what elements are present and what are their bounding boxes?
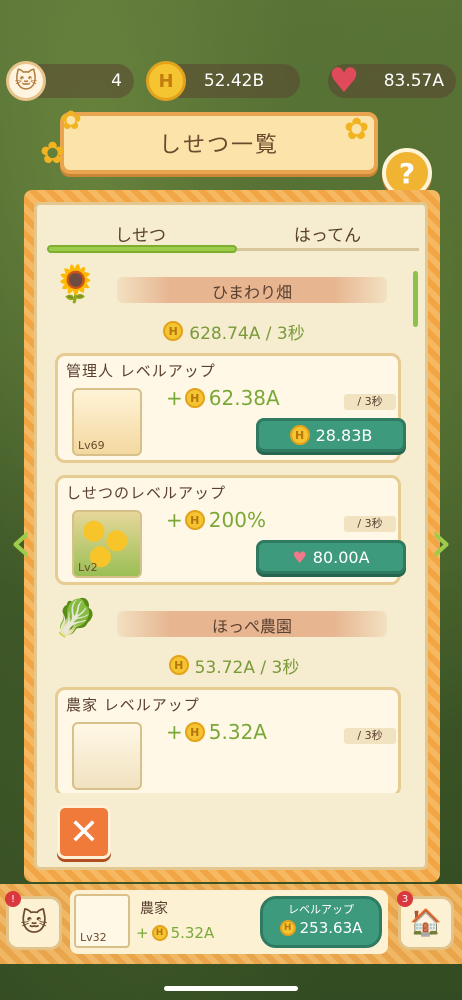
level-label: Lv32 <box>80 931 107 944</box>
quick-upgrade-name: 農家 <box>140 901 168 917</box>
close-icon: ✕ <box>68 811 100 853</box>
heart-icon: ♥ <box>292 547 307 567</box>
coin-icon: H <box>184 722 205 742</box>
sunflower-decoration-icon: ✿ <box>344 112 370 147</box>
shop-button[interactable]: 🏠 3 <box>397 891 454 950</box>
heart-icon: ♥ <box>328 61 360 101</box>
inactive-tab-indicator <box>237 248 419 251</box>
manager-hamster-image: Lv69 <box>72 388 142 456</box>
coin-count: 52.42B <box>203 71 265 91</box>
upgrade-card: 管理人 レベルアップ Lv69 + H 62.38A / 3秒 H 28.83B <box>55 353 406 463</box>
upgrade-button[interactable]: H 28.83B <box>256 418 406 452</box>
per-interval: / 3秒 <box>344 728 396 744</box>
coin-icon: H <box>151 925 168 941</box>
cabbage-icon: 🥬 <box>53 598 98 639</box>
heart-counter: ♥ 83.57A <box>328 61 456 101</box>
coin-counter: H 52.42B <box>146 61 300 101</box>
heart-count: 83.57A <box>383 71 444 91</box>
coin-icon: H <box>184 510 205 530</box>
cat-face-icon: 🐱 <box>20 908 48 938</box>
facility-panel: しせつ はってん 🌻 ひまわり畑 H 628.74A / 3秒 管理人 レベルア… <box>34 202 428 870</box>
prev-arrow-icon[interactable]: ‹ <box>4 504 38 580</box>
cat-menu-button[interactable]: 🐱 ! <box>5 891 62 950</box>
quick-upgrade-card: Lv32 農家 + H 5.32A レベルアップ H 253.63A <box>70 890 388 954</box>
level-label: Lv2 <box>78 561 98 574</box>
home-indicator[interactable] <box>164 986 298 991</box>
farmer-hamster-image: Lv32 <box>74 894 130 948</box>
bottom-bar: 🐱 ! Lv32 農家 + H 5.32A レベルアップ H 253.63A 🏠 … <box>0 884 462 964</box>
coin-icon: H <box>168 655 189 675</box>
card-title: 農家 レベルアップ <box>66 696 200 714</box>
gain-value: + H 62.38A <box>166 386 280 410</box>
coin-icon: H <box>279 920 296 936</box>
tab-development[interactable]: はってん <box>234 217 421 257</box>
card-title: 管理人 レベルアップ <box>66 362 216 380</box>
next-arrow-icon[interactable]: › <box>424 504 458 580</box>
coin-icon: H <box>184 388 205 408</box>
page-title-banner: しせつ一覧 <box>60 112 378 174</box>
gain-value: + H 5.32A <box>166 720 267 744</box>
section-rate: H 628.74A / 3秒 <box>47 315 421 347</box>
quick-level-up-button[interactable]: レベルアップ H 253.63A <box>260 896 382 948</box>
farmer-hamster-image <box>72 722 142 790</box>
sunflower-decoration-icon: ✿ <box>60 106 82 136</box>
cat-face-icon: 🐱 <box>6 61 46 101</box>
section-name: ほっぺ農園 <box>211 617 292 636</box>
upgrade-card: しせつのレベルアップ Lv2 + H 200% / 3秒 ♥ 80.00A <box>55 475 406 585</box>
gain-value: + H 200% <box>166 508 266 532</box>
notification-badge: 3 <box>397 891 413 907</box>
per-interval: / 3秒 <box>344 394 396 410</box>
sunflower-decoration-icon: ✿ <box>40 136 66 171</box>
upgrade-button[interactable]: ♥ 80.00A <box>256 540 406 574</box>
close-button[interactable]: ✕ <box>57 805 111 859</box>
card-title: しせつのレベルアップ <box>66 484 227 502</box>
active-tab-indicator <box>47 245 237 253</box>
facility-list[interactable]: 🌻 ひまわり畑 H 628.74A / 3秒 管理人 レベルアップ Lv69 +… <box>47 263 421 793</box>
cat-count: 4 <box>111 71 122 91</box>
quick-upgrade-gain: + H 5.32A <box>136 924 215 942</box>
notification-badge: ! <box>5 891 21 907</box>
scrollbar[interactable] <box>413 271 418 327</box>
section-header: 🌻 ひまわり畑 <box>47 263 421 315</box>
level-label: Lv69 <box>78 439 105 452</box>
page-title: しせつ一覧 <box>158 133 279 158</box>
coin-icon: H <box>163 321 184 341</box>
per-interval: / 3秒 <box>344 516 396 532</box>
section-rate: H 53.72A / 3秒 <box>47 649 421 681</box>
coin-icon: H <box>289 425 310 445</box>
upgrade-card: 農家 レベルアップ + H 5.32A / 3秒 <box>55 687 401 793</box>
section-header: 🥬 ほっぺ農園 <box>47 597 421 649</box>
sunflower-facility-image: Lv2 <box>72 510 142 578</box>
section-name: ひまわり畑 <box>211 283 292 302</box>
house-icon: 🏠 <box>409 908 443 938</box>
coin-icon: H <box>146 61 186 101</box>
close-area: ✕ <box>37 801 425 865</box>
sunflower-field-icon: 🌻 <box>53 264 98 305</box>
cat-counter: 🐱 4 <box>6 61 134 101</box>
